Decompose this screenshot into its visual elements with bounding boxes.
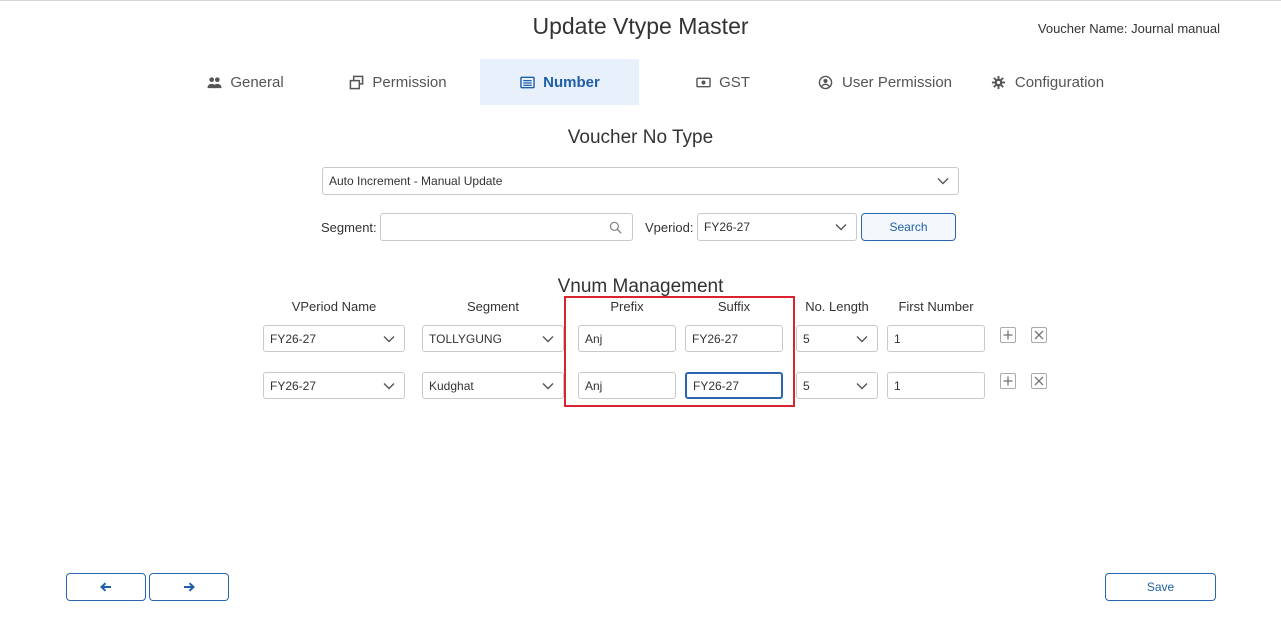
add-row-button[interactable] bbox=[1000, 327, 1016, 343]
tab-gst[interactable]: GST bbox=[670, 59, 775, 105]
select-value: Kudghat bbox=[429, 378, 474, 393]
previous-button[interactable] bbox=[66, 573, 146, 601]
voucher-no-type-title: Voucher No Type bbox=[567, 127, 714, 148]
top-border bbox=[0, 0, 1281, 1]
segment-select[interactable]: TOLLYGUNG bbox=[422, 325, 564, 352]
input-value: Anj bbox=[585, 378, 603, 393]
plus-icon bbox=[1003, 330, 1013, 340]
arrow-left-icon bbox=[100, 582, 111, 592]
tab-label: General bbox=[230, 73, 284, 91]
input-value: 1 bbox=[894, 378, 901, 393]
tab-label: Configuration bbox=[1014, 73, 1105, 91]
tab-general[interactable]: General bbox=[180, 59, 310, 105]
input-value: FY26-27 bbox=[692, 331, 739, 346]
column-header-prefix: Prefix bbox=[610, 299, 644, 314]
close-icon bbox=[1034, 376, 1044, 386]
chevron-down-icon bbox=[383, 335, 395, 342]
select-value: Auto Increment - Manual Update bbox=[329, 174, 503, 188]
first-number-input[interactable]: 1 bbox=[887, 325, 985, 352]
list-icon bbox=[519, 74, 535, 90]
chevron-down-icon bbox=[383, 382, 395, 389]
copy-icon bbox=[348, 74, 364, 90]
chevron-down-icon bbox=[542, 335, 554, 342]
select-value: FY26-27 bbox=[704, 220, 751, 234]
vnum-management-title: Vnum Management bbox=[557, 276, 724, 297]
vperiod-label: Vperiod: bbox=[645, 220, 694, 235]
no-length-select[interactable]: 5 bbox=[796, 372, 878, 399]
input-value: Anj bbox=[585, 331, 603, 346]
vperiod-select[interactable]: FY26-27 bbox=[697, 213, 857, 241]
select-value: 5 bbox=[803, 378, 810, 393]
segment-search-input[interactable] bbox=[380, 213, 633, 241]
tab-label: GST bbox=[719, 73, 750, 91]
select-value: FY26-27 bbox=[270, 378, 317, 393]
voucher-name-label: Voucher Name: Journal manual bbox=[1037, 21, 1220, 36]
input-value: 1 bbox=[894, 331, 901, 346]
tab-label: User Permission bbox=[841, 73, 953, 91]
chevron-down-icon bbox=[835, 224, 847, 231]
select-value: 5 bbox=[803, 331, 810, 346]
tab-number[interactable]: Number bbox=[480, 59, 639, 105]
user-circle-icon bbox=[818, 74, 834, 90]
suffix-input[interactable]: FY26-27 bbox=[685, 325, 783, 352]
column-header-segment: Segment bbox=[466, 299, 520, 314]
save-button[interactable]: Save bbox=[1105, 573, 1216, 601]
next-button[interactable] bbox=[149, 573, 229, 601]
select-value: FY26-27 bbox=[270, 331, 317, 346]
input-value: FY26-27 bbox=[693, 378, 740, 393]
arrow-right-icon bbox=[184, 582, 195, 592]
column-header-no-length: No. Length bbox=[805, 299, 869, 314]
search-button[interactable]: Search bbox=[861, 213, 956, 241]
chevron-down-icon bbox=[542, 382, 554, 389]
column-header-vperiod: VPeriod Name bbox=[291, 299, 377, 314]
vperiod-name-select[interactable]: FY26-27 bbox=[263, 372, 405, 399]
tab-bar: General Permission Number GST User Permi… bbox=[0, 59, 1281, 105]
plus-icon bbox=[1003, 376, 1013, 386]
select-value: TOLLYGUNG bbox=[429, 331, 502, 346]
segment-select[interactable]: Kudghat bbox=[422, 372, 564, 399]
add-row-button[interactable] bbox=[1000, 373, 1016, 389]
chevron-down-icon bbox=[856, 382, 868, 389]
no-length-select[interactable]: 5 bbox=[796, 325, 878, 352]
gear-icon bbox=[991, 74, 1007, 90]
tab-permission[interactable]: Permission bbox=[330, 59, 465, 105]
column-header-suffix: Suffix bbox=[717, 299, 751, 314]
search-icon bbox=[609, 221, 622, 234]
remove-row-button[interactable] bbox=[1031, 327, 1047, 343]
suffix-input[interactable]: FY26-27 bbox=[685, 372, 783, 399]
voucher-no-type-select[interactable]: Auto Increment - Manual Update bbox=[322, 167, 959, 195]
chevron-down-icon bbox=[937, 178, 949, 185]
tab-configuration[interactable]: Configuration bbox=[975, 59, 1120, 105]
remove-row-button[interactable] bbox=[1031, 373, 1047, 389]
prefix-input[interactable]: Anj bbox=[578, 325, 676, 352]
close-icon bbox=[1034, 330, 1044, 340]
tab-user-permission[interactable]: User Permission bbox=[800, 59, 970, 105]
prefix-input[interactable]: Anj bbox=[578, 372, 676, 399]
segment-label: Segment: bbox=[321, 220, 377, 235]
tab-label: Permission bbox=[372, 73, 447, 91]
vperiod-name-select[interactable]: FY26-27 bbox=[263, 325, 405, 352]
column-header-first-number: First Number bbox=[898, 299, 974, 314]
tab-label: Number bbox=[543, 73, 600, 91]
users-icon bbox=[206, 74, 222, 90]
chevron-down-icon bbox=[856, 335, 868, 342]
first-number-input[interactable]: 1 bbox=[887, 372, 985, 399]
money-icon bbox=[695, 74, 711, 90]
